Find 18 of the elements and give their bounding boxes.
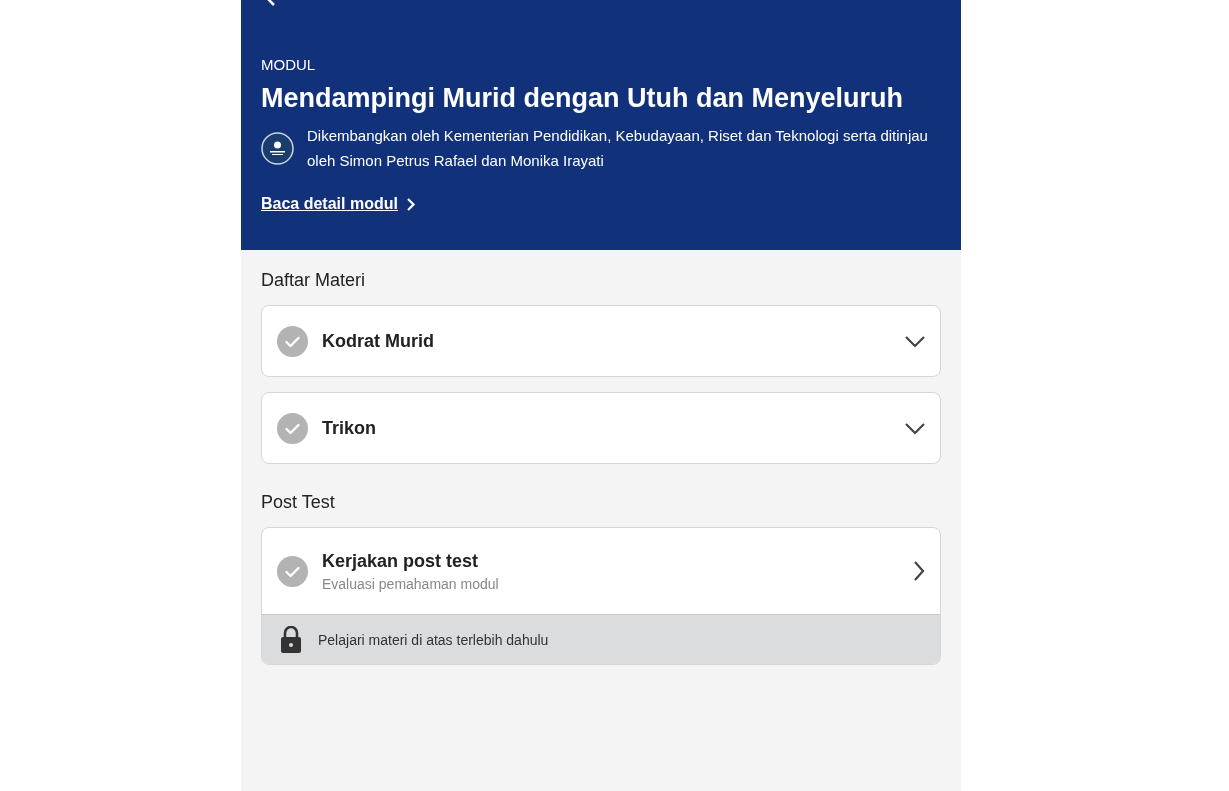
material-card[interactable]: Kodrat Murid [261, 305, 941, 377]
credit-text: Dikembangkan oleh Kementerian Pendidikan, Kebudayaan, Riset dan Teknologi serta ditinjau oleh Simon Petrus Rafael dan Monika Irayati [307, 126, 929, 171]
section-heading: Daftar Materi [261, 270, 367, 291]
post-test-card[interactable]: Kerjakan post test Evaluasi pemahaman modul Pelajari materi di atas terlebih dahulu [261, 527, 941, 665]
material-title: Kodrat Murid [322, 330, 435, 352]
lock-icon [280, 626, 302, 653]
logo-icon [261, 131, 294, 165]
post-test-title: Kerjakan post test [322, 550, 480, 572]
section-heading: Post Test [261, 492, 336, 513]
detail-link[interactable]: Baca detail modul [261, 195, 416, 213]
chevron-right-icon [912, 560, 926, 582]
module-label: MODUL [261, 56, 317, 73]
module-title: Mendampingi Murid dengan Utuh dan Menyeluruh [261, 82, 903, 115]
lock-note: Pelajari materi di atas terlebih dahulu [318, 631, 549, 648]
chevron-right-icon [405, 196, 416, 212]
material-title: Trikon [322, 417, 377, 439]
material-card[interactable]: Trikon [261, 392, 941, 464]
post-test-subtitle: Evaluasi pemahaman modul [322, 575, 500, 592]
